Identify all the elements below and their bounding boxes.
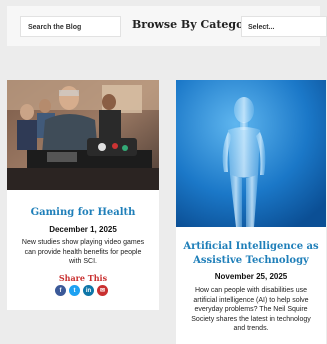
post-date: December 1, 2025 — [49, 225, 117, 234]
post-title[interactable]: Gaming for Health — [7, 207, 159, 218]
linkedin-icon[interactable]: in — [83, 285, 94, 296]
twitter-icon[interactable]: t — [69, 285, 80, 296]
post-title[interactable]: Artificial Intelligence as Assistive Tec… — [176, 240, 326, 268]
email-icon[interactable]: ✉ — [97, 285, 108, 296]
blog-post-card-gaming[interactable]: Gaming for Health December 1, 2025 New s… — [7, 80, 159, 310]
browse-by-category-heading: Browse By Category — [132, 18, 256, 31]
blog-filter-bar: Search the Blog Browse By Category Selec… — [7, 6, 327, 46]
post-description: New studies show playing video games can… — [21, 239, 145, 265]
share-label: Share This — [58, 273, 108, 283]
facebook-icon[interactable]: f — [55, 285, 66, 296]
post-description: How can people with disabilities use art… — [191, 287, 311, 332]
ai-photo[interactable] — [176, 80, 326, 227]
search-blog-input[interactable]: Search the Blog — [20, 16, 121, 37]
category-select[interactable]: Select... — [241, 16, 327, 37]
gaming-photo[interactable] — [7, 80, 159, 190]
share-buttons: f t in ✉ — [55, 285, 108, 296]
blog-post-card-ai[interactable]: Artificial Intelligence as Assistive Tec… — [176, 80, 326, 344]
post-date: November 25, 2025 — [214, 272, 288, 281]
